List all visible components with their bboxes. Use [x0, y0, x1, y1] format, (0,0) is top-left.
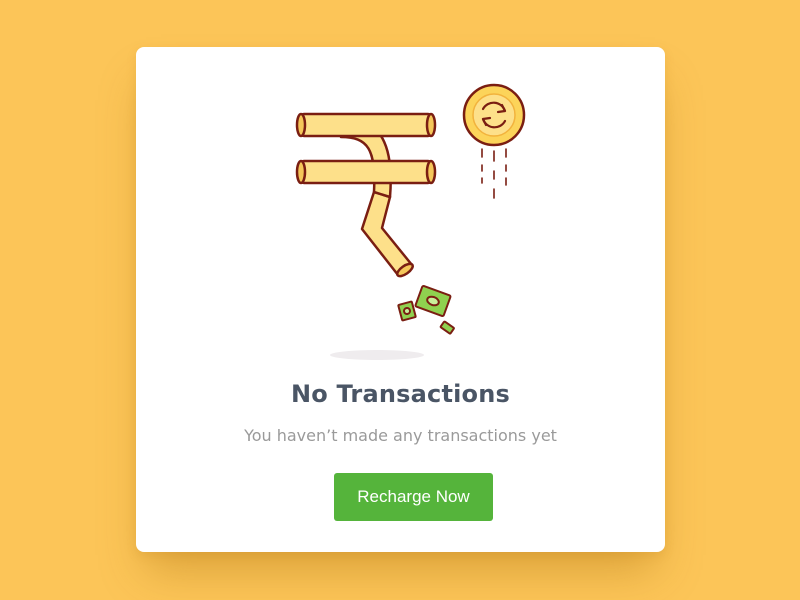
empty-state-card: No Transactions You haven’t made any tra…: [136, 47, 665, 552]
recharge-now-button[interactable]: Recharge Now: [334, 473, 493, 521]
shadow-ellipse: [330, 350, 424, 360]
refresh-coin-icon: [462, 83, 526, 199]
empty-state-title: No Transactions: [290, 380, 511, 408]
banknote-icon: [397, 284, 455, 335]
empty-transactions-illustration: [295, 83, 526, 360]
empty-state-subtitle: You haven’t made any transactions yet: [244, 426, 557, 445]
rupee-symbol-icon: [295, 112, 437, 278]
